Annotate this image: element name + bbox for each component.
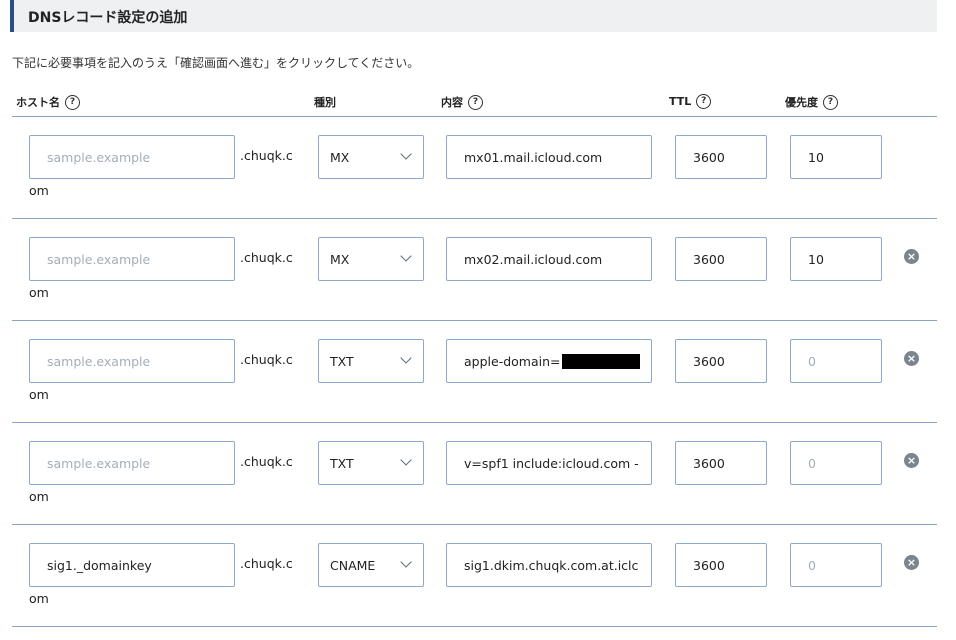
content-input[interactable]: apple-domain= (446, 339, 652, 383)
type-value: TXT (330, 455, 354, 471)
row-separator (12, 626, 937, 627)
section-header: DNSレコード設定の追加 (10, 0, 937, 32)
host-input[interactable]: sample.example (29, 237, 235, 281)
content-value: sig1.dkim.chuqk.com.at.iclc (464, 557, 639, 573)
type-select[interactable]: TXT (318, 339, 424, 383)
remove-row-icon[interactable]: × (904, 249, 919, 264)
ttl-input[interactable]: 3600 (675, 237, 767, 281)
type-value: CNAME (330, 557, 376, 573)
type-value: MX (330, 251, 350, 267)
ttl-input[interactable]: 3600 (675, 441, 767, 485)
remove-row-icon[interactable]: × (904, 351, 919, 366)
type-value: MX (330, 149, 350, 165)
row-separator (12, 320, 937, 321)
type-select[interactable]: MX (318, 237, 424, 281)
column-header-content: 内容 ? (441, 94, 483, 110)
type-select[interactable]: CNAME (318, 543, 424, 587)
content-input[interactable]: mx01.mail.icloud.com (446, 135, 652, 179)
content-value: mx01.mail.icloud.com (464, 149, 603, 165)
instructions-text: 下記に必要事項を記入のうえ「確認画面へ進む」をクリックしてください。 (12, 56, 420, 70)
column-header-ttl: TTL ? (669, 94, 712, 109)
host-input[interactable]: sig1._domainkey (29, 543, 235, 587)
chevron-down-icon (400, 556, 412, 568)
content-value: v=spf1 include:icloud.com - (464, 455, 639, 471)
chevron-down-icon (400, 250, 412, 262)
domain-suffix: .chuqk.c (240, 250, 293, 265)
remove-row-icon[interactable]: × (904, 555, 919, 570)
column-header-priority: 優先度 ? (785, 94, 838, 110)
domain-suffix: .chuqk.c (240, 148, 293, 163)
row-separator (12, 116, 937, 117)
content-input[interactable]: mx02.mail.icloud.com (446, 237, 652, 281)
remove-row-icon[interactable]: × (904, 453, 919, 468)
redaction-bar (561, 353, 640, 369)
help-icon[interactable]: ? (823, 94, 838, 110)
chevron-down-icon (400, 454, 412, 466)
domain-suffix-wrap: om (29, 489, 49, 504)
ttl-input[interactable]: 3600 (675, 543, 767, 587)
domain-suffix: .chuqk.c (240, 454, 293, 469)
help-icon[interactable]: ? (468, 94, 483, 110)
type-select[interactable]: TXT (318, 441, 424, 485)
content-value: mx02.mail.icloud.com (464, 251, 603, 267)
host-input[interactable]: sample.example (29, 441, 235, 485)
domain-suffix: .chuqk.c (240, 352, 293, 367)
content-input[interactable]: sig1.dkim.chuqk.com.at.iclc (446, 543, 652, 587)
priority-input[interactable]: 0 (790, 441, 882, 485)
domain-suffix-wrap: om (29, 591, 49, 606)
row-separator (12, 524, 937, 525)
ttl-input[interactable]: 3600 (675, 339, 767, 383)
host-input[interactable]: sample.example (29, 135, 235, 179)
section-title: DNSレコード設定の追加 (28, 10, 188, 26)
ttl-input[interactable]: 3600 (675, 135, 767, 179)
domain-suffix-wrap: om (29, 387, 49, 402)
priority-input[interactable]: 10 (790, 237, 882, 281)
content-value: apple-domain= (464, 353, 561, 369)
chevron-down-icon (400, 352, 412, 364)
priority-input[interactable]: 10 (790, 135, 882, 179)
domain-suffix-wrap: om (29, 285, 49, 300)
row-separator (12, 218, 937, 219)
chevron-down-icon (400, 148, 412, 160)
help-icon[interactable]: ? (65, 94, 80, 110)
type-value: TXT (330, 353, 354, 369)
host-input[interactable]: sample.example (29, 339, 235, 383)
help-icon[interactable]: ? (696, 94, 712, 109)
column-header-type: 種別 (314, 96, 336, 109)
priority-input[interactable]: 0 (790, 543, 882, 587)
type-select[interactable]: MX (318, 135, 424, 179)
domain-suffix: .chuqk.c (240, 556, 293, 571)
content-input[interactable]: v=spf1 include:icloud.com - (446, 441, 652, 485)
column-header-host: ホスト名 ? (16, 94, 80, 110)
priority-input[interactable]: 0 (790, 339, 882, 383)
domain-suffix-wrap: om (29, 183, 49, 198)
row-separator (12, 422, 937, 423)
